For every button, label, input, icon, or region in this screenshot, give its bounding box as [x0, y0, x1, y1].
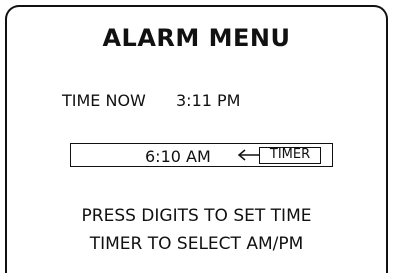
instruction-line-1: PRESS DIGITS TO SET TIME: [81, 206, 312, 226]
instruction-line-2: TIMER TO SELECT AM/PM: [89, 234, 304, 254]
timer-key-button[interactable]: TIMER: [259, 147, 321, 164]
current-time-label: TIME NOW: [62, 91, 146, 110]
current-time-row: TIME NOW 3:11 PM: [62, 91, 240, 110]
alarm-time-value: 6:10 AM: [145, 147, 211, 166]
alarm-time-field[interactable]: 6:10 AM TIMER: [70, 143, 333, 167]
current-time-value: 3:11 PM: [176, 91, 241, 110]
menu-title: ALARM MENU: [102, 24, 291, 52]
